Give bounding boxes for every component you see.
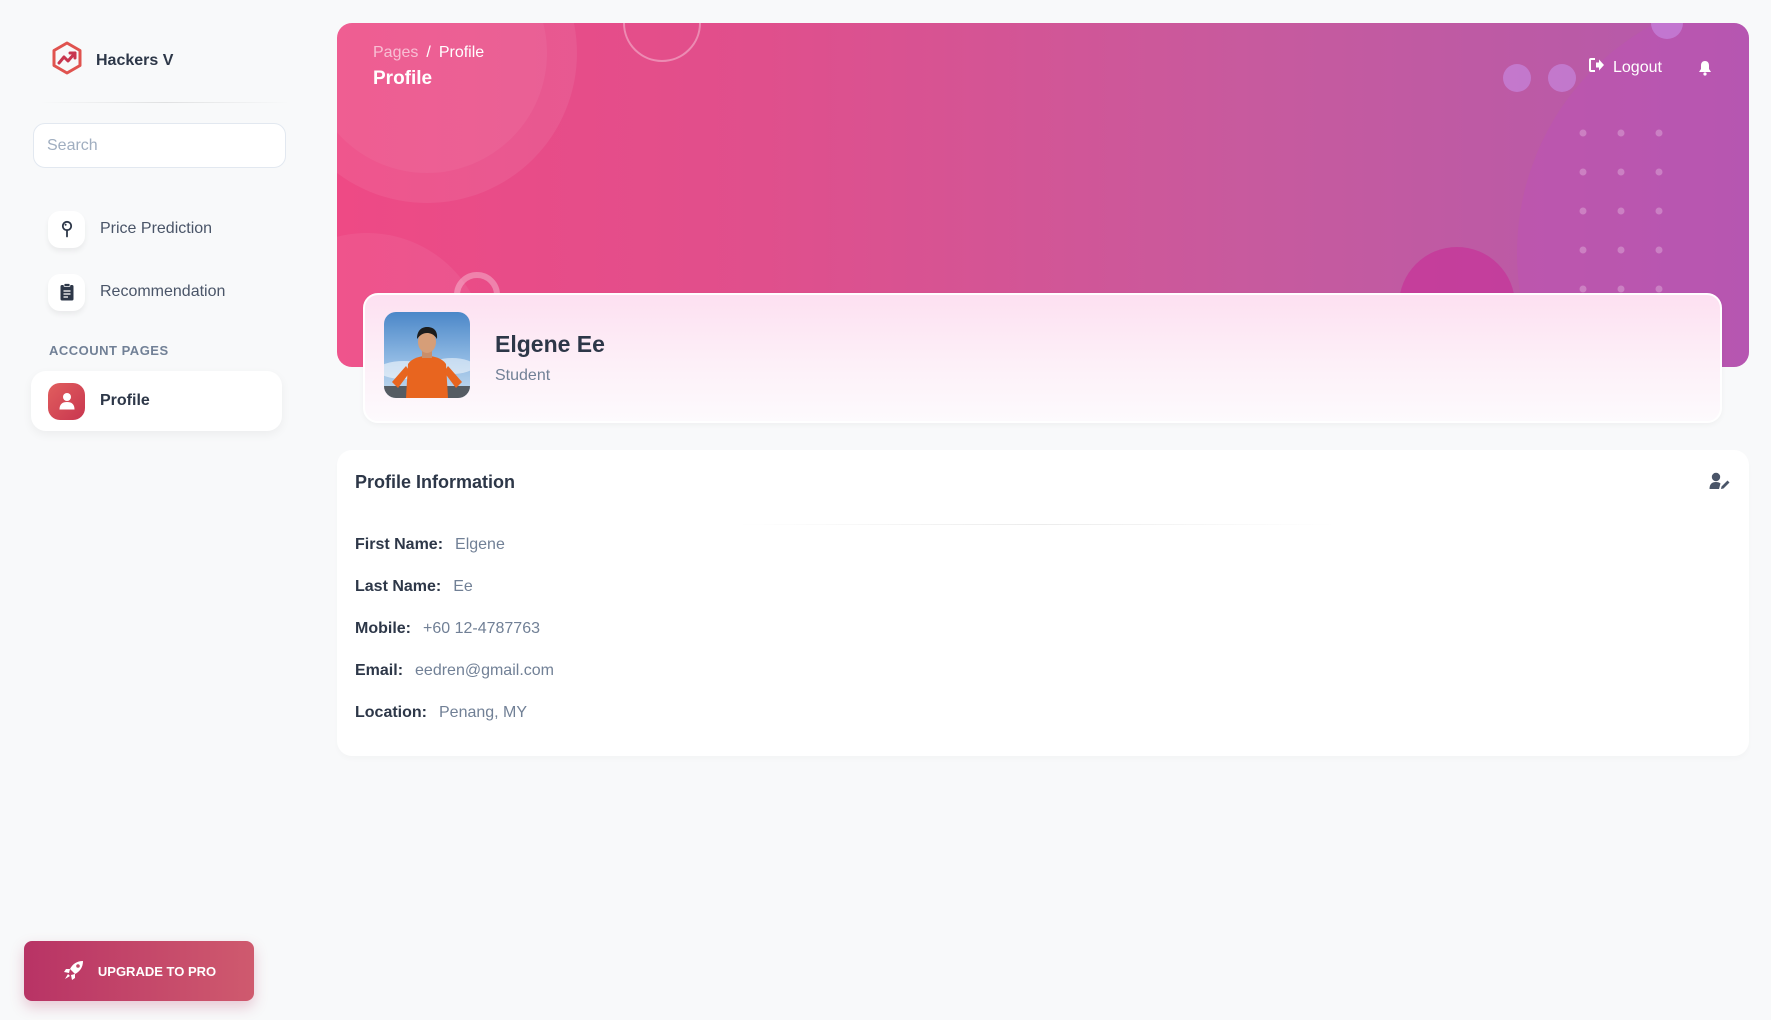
upgrade-button[interactable]: UPGRADE TO PRO [24, 941, 254, 1001]
rocket-icon [62, 958, 86, 985]
info-row-location: Location: Penang, MY [355, 704, 527, 722]
edit-profile-icon[interactable] [1709, 472, 1731, 495]
sidebar-item-label: Price Prediction [100, 220, 213, 237]
info-row-first-name: First Name: Elgene [355, 536, 505, 554]
info-row-last-name: Last Name: Ee [355, 578, 473, 596]
avatar[interactable] [384, 312, 470, 398]
bell-icon[interactable] [1698, 60, 1712, 81]
info-row-email: Email: eedren@gmail.com [355, 662, 554, 680]
logo-icon [50, 41, 84, 80]
profile-card: Elgene Ee Student [363, 293, 1722, 423]
field-value: +60 12-4787763 [423, 620, 540, 637]
user-icon [48, 382, 85, 420]
divider [40, 102, 290, 103]
logout-label: Logout [1613, 58, 1662, 76]
sidebar-item-label: Profile [100, 392, 150, 409]
sidebar: Hackers V Price Prediction Recommendatio… [0, 0, 320, 1020]
profile-role: Student [495, 367, 551, 384]
field-value: Ee [453, 578, 473, 595]
clipboard-icon [48, 273, 85, 311]
field-value: Penang, MY [439, 704, 528, 721]
sidebar-item-label: Recommendation [100, 283, 226, 300]
logout-button[interactable]: Logout [1589, 58, 1662, 77]
card-title: Profile Information [355, 472, 516, 492]
field-label: First Name: [355, 536, 444, 553]
breadcrumb: Pages / Profile [373, 44, 484, 62]
logout-icon [1589, 58, 1605, 77]
brand[interactable]: Hackers V [50, 41, 173, 80]
info-row-mobile: Mobile: +60 12-4787763 [355, 620, 540, 638]
map-pin-icon [48, 210, 85, 248]
breadcrumb-separator: / [426, 44, 431, 61]
profile-name: Elgene Ee [495, 331, 605, 357]
field-label: Last Name: [355, 578, 442, 595]
field-label: Location: [355, 704, 427, 721]
sidebar-item-profile[interactable]: Profile [31, 371, 282, 431]
page-title: Profile [373, 68, 433, 89]
field-value: Elgene [455, 536, 505, 553]
field-label: Email: [355, 662, 404, 679]
breadcrumb-root[interactable]: Pages [373, 44, 418, 62]
breadcrumb-current: Profile [438, 44, 485, 61]
brand-name: Hackers V [96, 51, 174, 69]
sidebar-item-recommendation[interactable]: Recommendation [31, 262, 282, 322]
sidebar-item-price-prediction[interactable]: Price Prediction [31, 199, 282, 259]
divider [737, 524, 1337, 525]
field-value: eedren@gmail.com [415, 662, 554, 679]
search-input[interactable] [33, 123, 286, 168]
upgrade-label: UPGRADE TO PRO [97, 963, 217, 979]
profile-information-card: Profile Information First Name: Elgene L… [337, 450, 1749, 756]
field-label: Mobile: [355, 620, 411, 637]
section-title: ACCOUNT PAGES [49, 343, 169, 358]
